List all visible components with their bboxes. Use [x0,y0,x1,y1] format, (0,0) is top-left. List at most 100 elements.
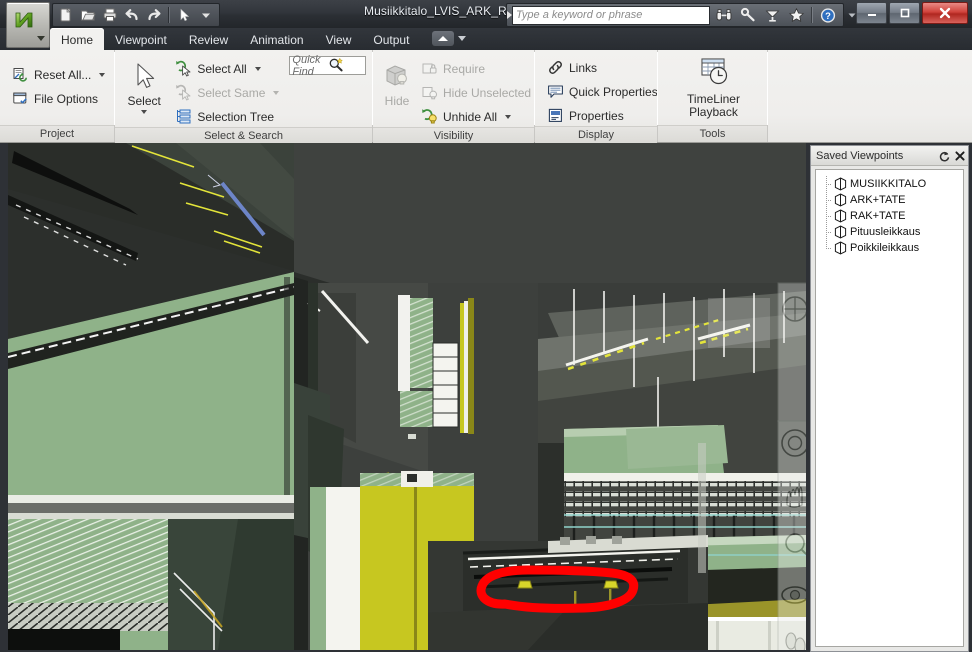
window-controls [856,2,968,24]
viewpoint-label: ARK+TATE [850,194,906,206]
viewpoint-icon [834,177,847,191]
help-icon[interactable]: ? [817,5,839,25]
ribbon-panel-label-visibility: Visibility [373,127,534,144]
minimize-button[interactable] [856,2,887,24]
search-separator [811,7,813,23]
ribbon-tab-strip: Home Viewpoint Review Animation View Out… [0,28,972,50]
saved-viewpoints-list[interactable]: MUSIIKKITALO ARK+TATE RAK+TATE Pituuslei… [815,169,964,647]
select-same-button: Select Same [171,82,283,103]
require-button: Require [417,58,535,79]
satellite-dish-icon[interactable] [761,5,783,25]
tree-branch [826,248,831,249]
selection-tree-icon [175,108,192,125]
auto-hide-icon[interactable] [936,147,952,164]
binoculars-icon[interactable] [713,5,735,25]
hide-unselected-icon [421,84,438,101]
hide-cube-icon [381,58,413,92]
tab-review[interactable]: Review [178,28,239,50]
ribbon-panel-label-display: Display [535,126,657,143]
select-button[interactable]: Select [123,56,165,114]
viewpoint-label: Poikkileikkaus [850,242,920,254]
viewpoint-item-poikkileikkaus[interactable]: Poikkileikkaus [816,240,963,256]
navigation-bar [777,420,806,650]
ribbon-panel-label-select-search: Select & Search [115,127,372,144]
tab-output[interactable]: Output [362,28,420,50]
links-button[interactable]: Links [543,57,662,78]
tab-animation[interactable]: Animation [239,28,314,50]
qat-dropdown-icon[interactable] [195,5,217,25]
qat-separator [168,7,170,23]
select-cursor-icon[interactable] [173,5,195,25]
quick-properties-icon [547,83,564,100]
select-arrow-icon [129,58,159,92]
ribbon: Reset All... File Options Project Select… [0,50,972,144]
unhide-all-icon [421,108,438,125]
ribbon-panel-project: Reset All... File Options Project [0,50,115,142]
star-icon[interactable] [785,5,807,25]
tab-home[interactable]: Home [50,28,105,50]
ribbon-minimize-icon[interactable] [432,31,454,46]
open-icon[interactable] [77,5,99,25]
reset-all-label: Reset All... [34,67,92,82]
ribbon-panel-select-search: Select Select All Select Same Selection … [115,50,373,144]
quick-find-icon[interactable] [328,57,363,75]
navisworks-window: Musiikkitalo_LVIS_ARK_RAK_20110117.nwd T… [0,0,972,652]
tab-viewpoint[interactable]: Viewpoint [104,28,178,50]
application-menu-button[interactable] [6,2,50,48]
selection-tree-label: Selection Tree [197,109,275,124]
ribbon-minimize-control [432,31,466,46]
select-dropdown-icon[interactable] [141,110,148,114]
redo-icon[interactable] [143,5,165,25]
new-icon[interactable] [55,5,77,25]
app-menu-caret-icon [37,36,45,41]
unhide-all-button[interactable]: Unhide All [417,106,535,127]
quick-find-input[interactable]: Quick Find [289,54,366,78]
timeliner-playback-button[interactable]: TimeLiner Playback [666,54,761,119]
quick-properties-button[interactable]: Quick Properties [543,81,662,102]
viewpoint-item-ark-tate[interactable]: ARK+TATE [816,192,963,208]
properties-button[interactable]: Properties [543,105,662,126]
viewpoint-item-musiikkitalo[interactable]: MUSIIKKITALO [816,176,963,192]
reset-all-button[interactable]: Reset All... [8,64,109,85]
file-options-icon [12,90,29,107]
ribbon-panel-tools: TimeLiner Playback Tools [658,50,768,142]
viewpoint-label: MUSIIKKITALO [850,178,927,190]
select-same-dropdown-icon [273,90,280,95]
viewpoint-item-rak-tate[interactable]: RAK+TATE [816,208,963,224]
select-all-button[interactable]: Select All [171,58,283,79]
unhide-all-dropdown-icon[interactable] [505,114,512,119]
tree-branch [826,200,831,201]
search-bar: Type a keyword or phrase ? [506,3,856,27]
tree-branch [826,232,831,233]
viewpoint-item-pituusleikkaus[interactable]: Pituusleikkaus [816,224,963,240]
select-all-icon [175,60,192,77]
hide-unselected-button: Hide Unselected [417,82,535,103]
title-bar: Musiikkitalo_LVIS_ARK_RAK_20110117.nwd T… [0,0,972,29]
key-icon[interactable] [737,5,759,25]
close-button[interactable] [922,2,968,24]
close-icon[interactable] [952,147,968,164]
selection-tree-button[interactable]: Selection Tree [171,106,283,127]
3d-model-viewport[interactable]: SONY [8,143,806,650]
file-options-button[interactable]: File Options [8,88,109,109]
search-input[interactable]: Type a keyword or phrase [512,5,710,25]
tab-view[interactable]: View [315,28,363,50]
ribbon-minimize-dropdown-icon[interactable] [458,36,466,41]
print-icon[interactable] [99,5,121,25]
viewpoint-icon [834,193,847,207]
select-all-label: Select All [197,61,247,76]
ribbon-panel-visibility: Hide Require Hide Unselected Unhide All … [373,50,535,144]
links-label: Links [569,60,598,75]
ribbon-panels: Reset All... File Options Project Select… [0,50,768,144]
ribbon-tabs: Home Viewpoint Review Animation View Out… [50,28,420,50]
select-label: Select [127,94,161,108]
ribbon-panel-label-project: Project [0,125,114,142]
timeliner-playback-label: TimeLiner Playback [687,92,740,119]
saved-viewpoints-header: Saved Viewpoints [811,146,968,166]
maximize-button[interactable] [889,2,920,24]
reset-all-dropdown-icon[interactable] [99,72,106,77]
select-all-dropdown-icon[interactable] [254,66,261,71]
properties-icon [547,107,564,124]
undo-icon[interactable] [121,5,143,25]
viewpoint-label: Pituusleikkaus [850,226,921,238]
